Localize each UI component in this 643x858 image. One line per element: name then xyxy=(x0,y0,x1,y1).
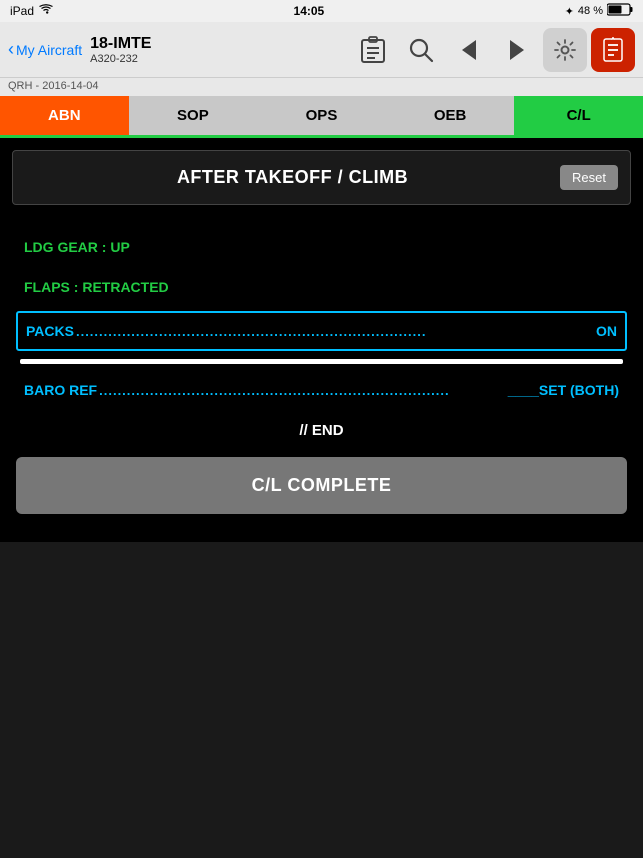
battery-icon xyxy=(607,3,633,19)
settings-button[interactable] xyxy=(543,28,587,72)
tab-cl[interactable]: C/L xyxy=(514,96,643,135)
baro-value: ____SET (BOTH) xyxy=(508,382,619,398)
aircraft-info: 18-IMTE A320-232 xyxy=(90,35,345,65)
checklist-item-baro-ref[interactable]: BARO REF ...............................… xyxy=(16,372,627,408)
baro-label: BARO REF xyxy=(24,382,97,398)
back-label[interactable]: My Aircraft xyxy=(16,42,82,58)
tab-ops[interactable]: OPS xyxy=(257,96,386,135)
aircraft-type: A320-232 xyxy=(90,53,138,65)
checklist-divider xyxy=(20,359,623,364)
next-button[interactable] xyxy=(495,28,539,72)
baro-dots: ........................................… xyxy=(97,383,506,398)
ipad-label: iPad xyxy=(10,4,34,18)
header-icons xyxy=(351,28,635,72)
end-text: // END xyxy=(299,422,343,439)
checklist-items: LDG GEAR : UP FLAPS : RETRACTED PACKS ..… xyxy=(12,221,631,530)
prev-button[interactable] xyxy=(447,28,491,72)
tab-abn[interactable]: ABN xyxy=(0,96,129,135)
tab-oeb[interactable]: OEB xyxy=(386,96,515,135)
checklist-title: AFTER TAKEOFF / CLIMB xyxy=(25,167,560,188)
wifi-icon xyxy=(39,4,53,18)
checklist-item-packs[interactable]: PACKS ..................................… xyxy=(16,311,627,351)
ldg-gear-text: LDG GEAR : UP xyxy=(24,239,130,255)
qrh-label: QRH - 2016-14-04 xyxy=(0,78,643,96)
main-content: AFTER TAKEOFF / CLIMB Reset LDG GEAR : U… xyxy=(0,138,643,542)
qrh-text: QRH - 2016-14-04 xyxy=(8,80,99,92)
chevron-left-icon: ‹ xyxy=(8,39,14,60)
status-bar: iPad 14:05 ✦ 48 % xyxy=(0,0,643,22)
aircraft-id: 18-IMTE xyxy=(90,35,151,53)
back-button[interactable]: ‹ My Aircraft xyxy=(8,39,82,60)
clipboard-button[interactable] xyxy=(351,28,395,72)
reset-button[interactable]: Reset xyxy=(560,165,618,190)
tab-sop[interactable]: SOP xyxy=(129,96,258,135)
checklist-header: AFTER TAKEOFF / CLIMB Reset xyxy=(12,150,631,205)
bluetooth-icon: ✦ xyxy=(565,5,574,18)
packs-label: PACKS xyxy=(26,323,74,339)
battery-pct: 48 % xyxy=(578,5,603,17)
tab-bar: ABN SOP OPS OEB C/L xyxy=(0,96,643,138)
packs-value: ON xyxy=(596,323,617,339)
flaps-text: FLAPS : RETRACTED xyxy=(24,279,169,295)
checklist-item-flaps[interactable]: FLAPS : RETRACTED xyxy=(16,269,627,305)
header: ‹ My Aircraft 18-IMTE A320-232 xyxy=(0,22,643,78)
clock: 14:05 xyxy=(294,4,325,18)
checklist-end: // END xyxy=(16,408,627,457)
packs-dots: ........................................… xyxy=(74,324,594,339)
emergency-button[interactable] xyxy=(591,28,635,72)
checklist-item-ldg-gear[interactable]: LDG GEAR : UP xyxy=(16,229,627,265)
complete-button[interactable]: C/L COMPLETE xyxy=(16,457,627,514)
search-button[interactable] xyxy=(399,28,443,72)
